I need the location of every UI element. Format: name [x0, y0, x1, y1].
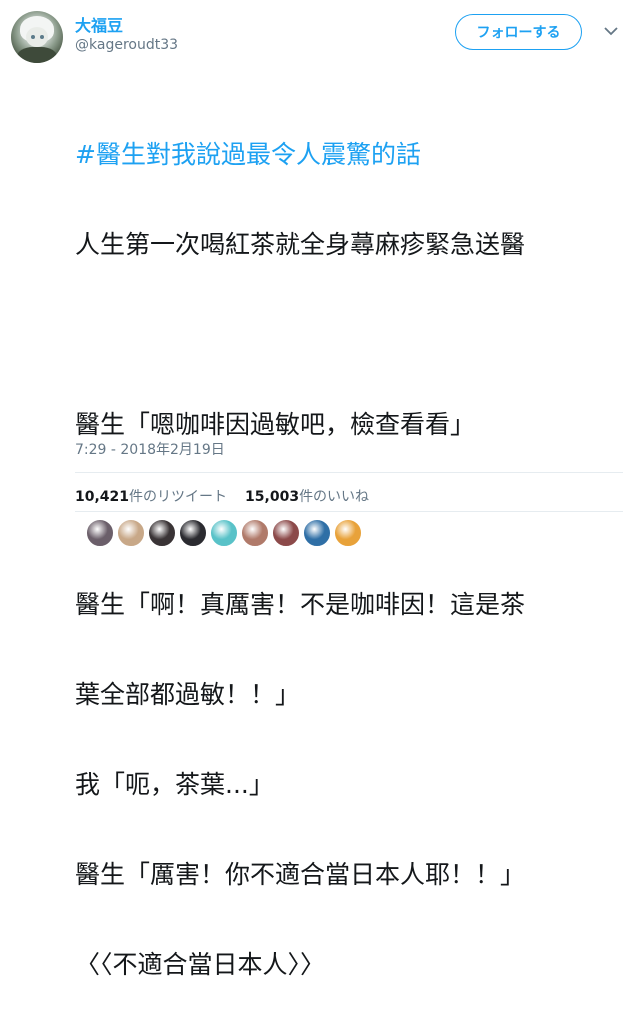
liker-avatar-3[interactable]: [148, 519, 176, 547]
liker-avatars: [86, 519, 365, 547]
liker-avatar-5[interactable]: [210, 519, 238, 547]
tweet-timestamp[interactable]: 7:29 - 2018年2月19日: [75, 439, 225, 459]
retweet-stat[interactable]: 10,421件のリツイート: [75, 489, 227, 505]
liker-avatar-6[interactable]: [241, 519, 269, 547]
tweet-line: 醫生「啊！真厲害！不是咖啡因！這是茶: [75, 590, 526, 619]
retweet-label: 件のリツイート: [129, 489, 228, 505]
liker-avatar-7[interactable]: [272, 519, 300, 547]
tweet-line: 醫生「嗯咖啡因過敏吧，檢查看看」: [75, 410, 476, 439]
like-count: 15,003: [245, 489, 300, 505]
liker-avatar-2[interactable]: [117, 519, 145, 547]
tweet-line: 〈〈不適合當日本人〉〉: [75, 950, 326, 979]
hashtag-link[interactable]: #醫生對我說過最令人震驚的話: [75, 140, 635, 170]
tweet-stats: 10,421件のリツイート 15,003件のいいね: [75, 486, 369, 506]
tweet-line: [75, 320, 635, 350]
divider: [75, 511, 623, 512]
like-stat[interactable]: 15,003件のいいね: [245, 489, 369, 505]
retweet-count: 10,421: [75, 489, 130, 505]
follow-button[interactable]: フォローする: [455, 14, 582, 50]
user-avatar[interactable]: [11, 11, 63, 63]
liker-avatar-4[interactable]: [179, 519, 207, 547]
liker-avatar-1[interactable]: [86, 519, 114, 547]
like-label: 件のいいね: [299, 489, 370, 505]
liker-avatar-9[interactable]: [334, 519, 362, 547]
tweet-line: 人生第一次喝紅茶就全身蕁麻疹緊急送醫: [75, 230, 526, 259]
avatar-face: [26, 27, 48, 47]
chevron-down-icon[interactable]: [604, 26, 618, 36]
tweet-line: 醫生「厲害！你不適合當日本人耶！！」: [75, 860, 526, 889]
avatar-eye-left: [31, 35, 35, 39]
user-handle[interactable]: @kageroudt33: [75, 37, 178, 53]
divider: [75, 472, 623, 473]
tweet-line: 葉全部都過敏！！」: [75, 680, 301, 709]
avatar-eye-right: [40, 35, 44, 39]
tweet-header: 大福豆 @kageroudt33 フォローする: [0, 0, 640, 72]
liker-avatar-8[interactable]: [303, 519, 331, 547]
tweet-line: 我「呃，茶葉...」: [75, 770, 274, 799]
display-name[interactable]: 大福豆: [75, 12, 123, 36]
avatar-body: [17, 47, 57, 63]
